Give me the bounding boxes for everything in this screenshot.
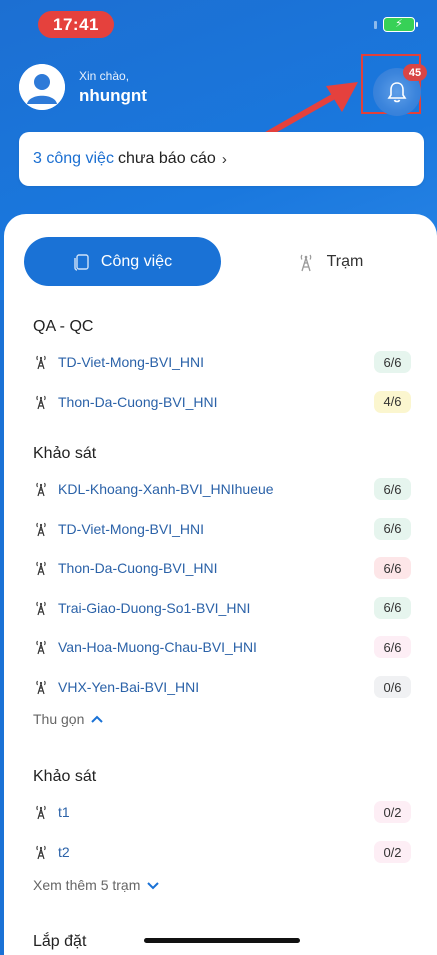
tower-icon — [33, 560, 49, 576]
task-label: chưa báo cáo — [117, 150, 216, 167]
signal-icon — [374, 20, 377, 29]
tower-icon — [33, 639, 49, 655]
section-title: QA - QC — [33, 318, 94, 335]
tab-tram[interactable]: Trạm — [240, 237, 420, 286]
station-name: Van-Hoa-Muong-Chau-BVI_HNI — [58, 639, 257, 656]
station-row[interactable]: KDL-Khoang-Xanh-BVI_HNIhueue 6/6 — [33, 477, 411, 501]
tower-icon — [33, 679, 49, 695]
tab-label: Trạm — [326, 252, 364, 270]
collapse-link[interactable]: Thu gọn — [33, 711, 104, 727]
station-name: TD-Viet-Mong-BVI_HNI — [58, 354, 205, 370]
tower-icon — [33, 354, 49, 370]
station-name: VHX-Yen-Bai-BVI_HNI — [58, 679, 200, 695]
chevron-right-icon: › — [221, 150, 227, 168]
progress-badge: 6/6 — [374, 517, 411, 540]
station-row[interactable]: Thon-Da-Cuong-BVI_HNI 4/6 — [33, 390, 411, 414]
tower-icon — [33, 600, 49, 616]
station-name: t1 — [58, 804, 70, 820]
chevron-up-icon — [90, 711, 104, 727]
status-indicators: ⚡ — [374, 17, 418, 32]
progress-badge: 4/6 — [374, 390, 411, 413]
station-row[interactable]: VHX-Yen-Bai-BVI_HNI 0/6 — [33, 675, 411, 699]
document-icon — [74, 253, 89, 271]
station-name: KDL-Khoang-Xanh-BVI_HNIhueue — [58, 481, 274, 497]
station-row[interactable]: t2 0/2 — [33, 840, 411, 864]
tab-cong-viec[interactable]: Công việc — [24, 237, 221, 286]
progress-badge: 6/6 — [374, 557, 411, 580]
station-row[interactable]: TD-Viet-Mong-BVI_HNI 6/6 — [33, 350, 411, 374]
status-time: 17:41 — [38, 11, 114, 38]
station-row[interactable]: t1 0/2 — [33, 800, 411, 824]
tower-icon — [300, 254, 311, 271]
avatar[interactable] — [19, 64, 65, 110]
home-indicator[interactable] — [144, 938, 300, 943]
progress-badge: 6/6 — [374, 478, 411, 500]
battery-charging-icon: ⚡ — [383, 17, 418, 32]
station-row[interactable]: Van-Hoa-Muong-Chau-BVI_HNI 6/6 — [33, 635, 411, 659]
progress-badge: 0/6 — [374, 676, 411, 698]
greeting-text: Xin chào, — [79, 69, 130, 83]
progress-badge: 6/6 — [374, 351, 411, 373]
username: nhungnt — [79, 86, 147, 105]
progress-badge: 0/2 — [374, 841, 411, 863]
tab-label: Công việc — [100, 252, 173, 270]
link-label: Xem thêm 5 trạm — [33, 877, 141, 893]
progress-badge: 0/2 — [374, 801, 411, 823]
station-name: TD-Viet-Mong-BVI_HNI — [58, 520, 205, 537]
bell-icon — [387, 82, 407, 103]
show-more-link[interactable]: Xem thêm 5 trạm — [33, 877, 160, 893]
station-row[interactable]: Thon-Da-Cuong-BVI_HNI 6/6 — [33, 556, 411, 580]
station-name: Trai-Giao-Duong-So1-BVI_HNI — [58, 599, 251, 616]
section-title: Khảo sát — [33, 768, 97, 785]
progress-badge: 6/6 — [374, 636, 411, 659]
station-name: Thon-Da-Cuong-BVI_HNI — [58, 560, 218, 577]
tower-icon — [33, 844, 49, 860]
progress-badge: 6/6 — [374, 596, 411, 619]
station-name: t2 — [58, 844, 70, 860]
station-name: Thon-Da-Cuong-BVI_HNI — [58, 393, 218, 410]
station-row[interactable]: Trai-Giao-Duong-So1-BVI_HNI 6/6 — [33, 596, 411, 620]
tower-icon — [33, 481, 49, 497]
chevron-down-icon — [146, 877, 160, 893]
tower-icon — [33, 521, 49, 537]
tower-icon — [33, 394, 49, 410]
tower-icon — [33, 804, 49, 820]
notification-highlight: 45 — [361, 54, 427, 116]
task-count: 3 công việc — [33, 150, 114, 167]
link-label: Thu gọn — [33, 711, 85, 727]
section-title: Khảo sát — [33, 445, 97, 462]
unreported-tasks-card[interactable]: 3 công việc chưa báo cáo › — [19, 132, 424, 186]
section-title: Lắp đặt — [33, 933, 87, 950]
notification-badge: 45 — [403, 64, 427, 81]
station-row[interactable]: TD-Viet-Mong-BVI_HNI 6/6 — [33, 517, 411, 541]
